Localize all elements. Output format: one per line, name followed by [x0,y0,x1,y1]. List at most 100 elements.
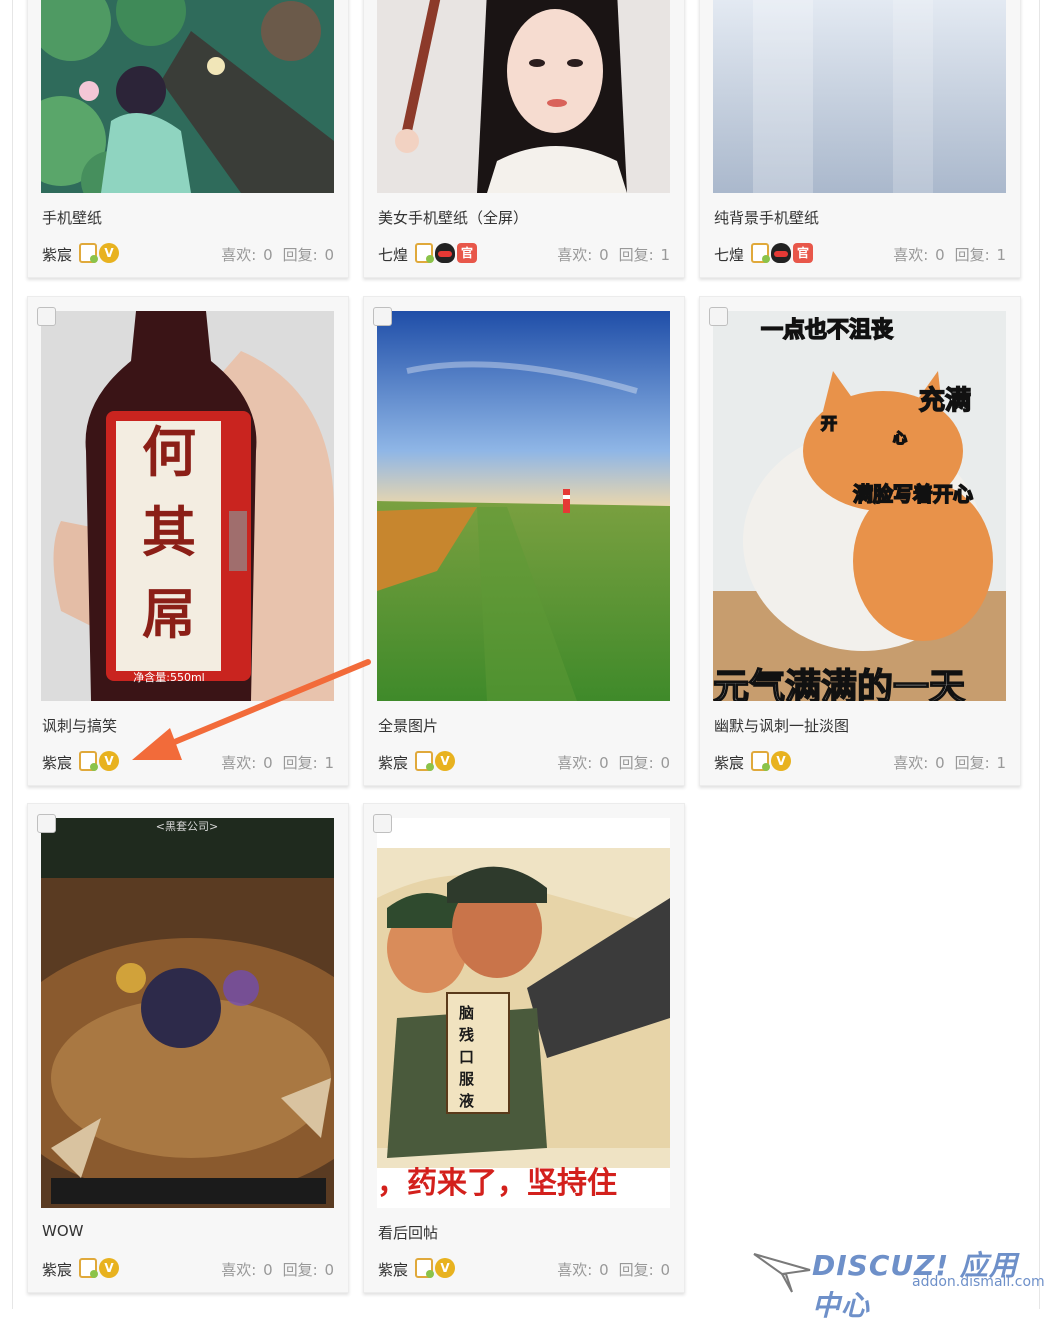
thread-title[interactable]: 幽默与讽刺一扯淡图 [714,715,849,736]
poster-book-char2: 残 [459,1026,474,1044]
thumbnail-plain-background[interactable] [713,0,1006,193]
thread-stats: 喜欢: 0 回复: 0 [557,752,670,773]
author-name[interactable]: 七煌 [714,244,744,265]
thumbnail-cat-meme[interactable]: 一点也不沮丧 充满 开 心 满脸写着开心 元气满满的一天 [713,311,1006,701]
poster-book-char1: 脑 [459,1004,474,1022]
user-badges: V [79,1258,119,1278]
thread-meta: 紫宸 V 喜欢: 0 回复: 0 [378,751,670,773]
thumbnail-panorama[interactable] [377,311,670,701]
replies-count: 回复: 0 [282,1261,334,1279]
official-icon[interactable]: 官 [793,243,813,263]
author-name[interactable]: 七煌 [378,244,408,265]
discuz-watermark: DISCUZ! 应用中心 addon.dismall.com [752,1244,1045,1322]
cat-kai-caption: 开 [821,414,837,433]
poster-bottom-caption: ，药来了，坚持住 [377,1166,617,1201]
replies-count: 回复: 1 [618,246,670,264]
select-checkbox[interactable] [709,307,728,326]
user-badges: V [79,751,119,771]
thread-card[interactable]: 脑 残 口 服 液 ，药来了，坚持住 看后回帖 紫宸 V 喜欢: 0 回复: 0 [363,803,685,1293]
thread-meta: 七煌 官 喜欢: 0 回复: 1 [714,243,1006,265]
thread-meta: 紫宸 V 喜欢: 0 回复: 0 [378,1258,670,1280]
thread-title[interactable]: 纯背景手机壁纸 [714,207,819,228]
thread-meta: 紫宸 V 喜欢: 0 回复: 0 [42,1258,334,1280]
vip-v-icon[interactable]: V [99,243,119,263]
likes-count: 喜欢: 0 [557,246,609,264]
thumbnail-wow-game[interactable]: <黑套公司> [41,818,334,1208]
verified-doc-icon[interactable] [79,1258,98,1278]
vip-v-icon[interactable]: V [435,1258,455,1278]
thumbnail-propaganda-poster[interactable]: 脑 残 口 服 液 ，药来了，坚持住 [377,818,670,1208]
watermark-url: addon.dismall.com [912,1274,1045,1290]
thread-stats: 喜欢: 0 回复: 0 [221,1259,334,1280]
cat-bottom-caption: 元气满满的一天 [713,667,965,701]
verified-doc-icon[interactable] [79,243,98,263]
thread-stats: 喜欢: 0 回复: 1 [893,244,1006,265]
select-checkbox[interactable] [37,307,56,326]
verified-doc-icon[interactable] [751,751,770,771]
author-name[interactable]: 紫宸 [714,752,744,773]
thread-card[interactable]: 纯背景手机壁纸 七煌 官 喜欢: 0 回复: 1 [699,0,1021,278]
replies-count: 回复: 1 [954,754,1006,772]
likes-count: 喜欢: 0 [221,754,273,772]
thread-title[interactable]: 手机壁纸 [42,207,102,228]
select-checkbox[interactable] [373,307,392,326]
verified-doc-icon[interactable] [79,751,98,771]
select-checkbox[interactable] [37,814,56,833]
thread-card[interactable]: 美女手机壁纸（全屏） 七煌 官 喜欢: 0 回复: 1 [363,0,685,278]
select-checkbox[interactable] [373,814,392,833]
verified-doc-icon[interactable] [415,243,434,263]
thread-card[interactable]: <黑套公司> WOW 紫宸 V 喜欢: 0 回复: 0 [27,803,349,1293]
thread-stats: 喜欢: 0 回复: 0 [557,1259,670,1280]
poster-book-char5: 液 [459,1092,475,1110]
likes-count: 喜欢: 0 [557,1261,609,1279]
thread-card[interactable]: 全景图片 紫宸 V 喜欢: 0 回复: 0 [363,296,685,786]
author-name[interactable]: 紫宸 [42,244,72,265]
replies-count: 回复: 0 [618,754,670,772]
thread-card[interactable]: 手机壁纸 紫宸 V 喜欢: 0 回复: 0 [27,0,349,278]
cat-right-caption: 充满 [919,385,971,416]
vip-v-icon[interactable]: V [99,751,119,771]
thread-card[interactable]: 何 其 屌 净含量:550ml 讽刺与搞笑 紫宸 V 喜欢: 0 回复: 1 [27,296,349,786]
author-name[interactable]: 紫宸 [378,1259,408,1280]
verified-doc-icon[interactable] [415,1258,434,1278]
thread-title[interactable]: 全景图片 [378,715,438,736]
thread-title[interactable]: WOW [42,1222,83,1240]
thumbnail-anime-boat[interactable] [41,0,334,193]
user-badges: 官 [751,243,813,263]
vip-v-icon[interactable]: V [435,751,455,771]
likes-count: 喜欢: 0 [893,246,945,264]
bottle-label-char3: 屌 [142,582,196,646]
likes-count: 喜欢: 0 [221,1261,273,1279]
replies-count: 回复: 0 [282,246,334,264]
thread-title[interactable]: 美女手机壁纸（全屏） [378,207,528,228]
thumbnail-portrait-girl[interactable] [377,0,670,193]
poster-book-char3: 口 [459,1048,474,1066]
author-name[interactable]: 紫宸 [42,752,72,773]
user-badges: V [751,751,791,771]
bottle-label-char1: 何 [142,420,196,484]
user-badges: V [415,751,455,771]
author-name[interactable]: 紫宸 [42,1259,72,1280]
wow-guild-text: <黑套公司> [156,820,218,833]
thread-meta: 紫宸 V 喜欢: 0 回复: 1 [42,751,334,773]
verified-doc-icon[interactable] [751,243,770,263]
vip-v-icon[interactable]: V [771,751,791,771]
qq-icon[interactable] [771,243,791,263]
official-icon[interactable]: 官 [457,243,477,263]
bottle-volume-text: 净含量:550ml [133,670,204,684]
replies-count: 回复: 1 [954,246,1006,264]
qq-icon[interactable] [435,243,455,263]
thread-card[interactable]: 一点也不沮丧 充满 开 心 满脸写着开心 元气满满的一天 幽默与讽刺一扯淡图 紫… [699,296,1021,786]
thread-title[interactable]: 看后回帖 [378,1222,438,1243]
likes-count: 喜欢: 0 [557,754,609,772]
thread-meta: 七煌 官 喜欢: 0 回复: 1 [378,243,670,265]
thread-title[interactable]: 讽刺与搞笑 [42,715,117,736]
verified-doc-icon[interactable] [415,751,434,771]
thread-meta: 紫宸 V 喜欢: 0 回复: 0 [42,243,334,265]
likes-count: 喜欢: 0 [893,754,945,772]
vip-v-icon[interactable]: V [99,1258,119,1278]
author-name[interactable]: 紫宸 [378,752,408,773]
thread-stats: 喜欢: 0 回复: 1 [893,752,1006,773]
user-badges: V [415,1258,455,1278]
thumbnail-bottle[interactable]: 何 其 屌 净含量:550ml [41,311,334,701]
